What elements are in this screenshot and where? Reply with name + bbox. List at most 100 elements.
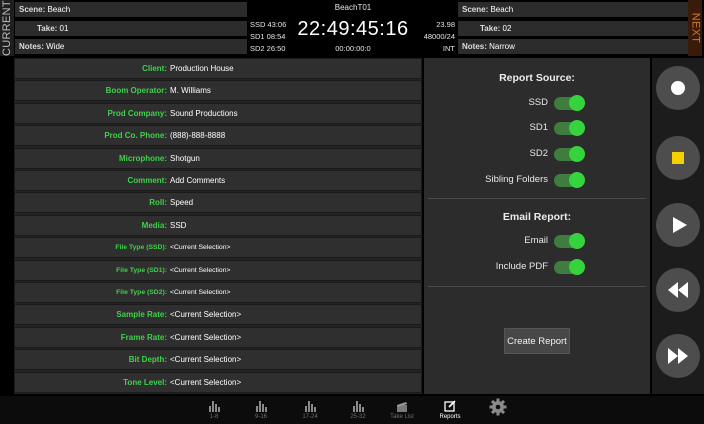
nav-take-list[interactable]: Take List xyxy=(384,396,420,424)
form-row-roll[interactable]: Roll: Speed xyxy=(14,192,422,214)
file-type-sd1-label: File Type (SD1): xyxy=(116,266,167,274)
comment-label: Comment: xyxy=(127,176,167,185)
current-scene-value: Beach xyxy=(47,5,71,14)
nav-meters-25-32[interactable]: 25-32 xyxy=(340,396,376,424)
current-take-row[interactable]: Take: 01 xyxy=(15,21,247,36)
create-report-button[interactable]: Create Report xyxy=(504,328,570,354)
meters-icon xyxy=(352,396,364,412)
metadata-form: Client: Production House Boom Operator: M.… xyxy=(14,58,422,394)
frame-rate: 23.98 xyxy=(436,20,455,29)
comment-value: Add Comments xyxy=(170,176,226,185)
current-scene-row[interactable]: Scene: Beach xyxy=(15,2,247,17)
form-row-tone-level[interactable]: Tone Level: <Current Selection> xyxy=(14,371,422,393)
form-row-bit-depth[interactable]: Bit Depth: <Current Selection> xyxy=(14,349,422,371)
top-status-bar: CURRENT Scene: Beach Take: 01 Notes: Wid… xyxy=(0,0,704,56)
file-type-ssd-value: <Current Selection> xyxy=(170,244,231,252)
stop-button[interactable] xyxy=(656,136,700,180)
file-type-sd2-value: <Current Selection> xyxy=(170,289,231,296)
ssd-source-toggle[interactable] xyxy=(554,95,585,111)
next-label: NEXT xyxy=(688,0,702,56)
media-label: Media: xyxy=(141,220,167,230)
next-label-text: NEXT xyxy=(689,12,702,44)
form-row-sample-rate[interactable]: Sample Rate: <Current Selection> xyxy=(14,304,422,326)
next-slate[interactable]: Scene: Beach Take: 02 Notes: Narrow xyxy=(458,0,690,56)
tone-level-value: <Current Selection> xyxy=(170,377,242,387)
current-take-value: 01 xyxy=(59,24,69,33)
form-row-microphone[interactable]: Microphone: Shotgun xyxy=(14,147,422,169)
current-label: CURRENT xyxy=(0,0,14,56)
bit-depth-label: Bit Depth: xyxy=(128,355,167,365)
sd1-source-toggle[interactable] xyxy=(554,120,585,136)
form-row-file-type-sd1[interactable]: File Type (SD1): <Current Selection> xyxy=(14,259,422,281)
fast-forward-button[interactable] xyxy=(656,334,700,378)
record-icon xyxy=(671,81,685,95)
form-row-frame-rate[interactable]: Frame Rate: <Current Selection> xyxy=(14,326,422,348)
form-row-prod-phone[interactable]: Prod Co. Phone: (888)-888-8888 xyxy=(14,125,422,147)
nav-meters-17-24[interactable]: 17-24 xyxy=(292,396,328,424)
media-value: SSD xyxy=(170,220,187,230)
next-notes-label: Notes: xyxy=(462,42,487,51)
form-row-prod-company[interactable]: Prod Company: Sound Productions xyxy=(14,102,422,124)
next-scene-row[interactable]: Scene: Beach xyxy=(458,2,690,17)
frame-rate-label: Frame Rate: xyxy=(120,332,167,342)
current-notes-label: Notes: xyxy=(19,42,44,51)
section-divider xyxy=(428,198,646,199)
email-label: Email xyxy=(524,235,548,246)
report-source-heading: Report Source: xyxy=(499,72,575,84)
take-list-icon xyxy=(396,396,408,412)
form-row-file-type-sd2[interactable]: File Type (SD2): <Current Selection> xyxy=(14,282,422,303)
fast-forward-icon xyxy=(668,348,688,364)
toggle-knob xyxy=(569,120,585,136)
gear-icon xyxy=(489,396,507,418)
boom-operator-label: Boom Operator: xyxy=(105,86,167,96)
file-name: BeachT01 xyxy=(334,3,372,12)
next-notes-row[interactable]: Notes: Narrow xyxy=(458,39,690,54)
bit-depth-value: <Current Selection> xyxy=(170,355,242,365)
rewind-button[interactable] xyxy=(656,268,700,312)
edit-icon xyxy=(444,396,456,412)
sd2-source-toggle[interactable] xyxy=(554,146,585,162)
nav-reports[interactable]: Reports xyxy=(432,396,468,424)
section-divider xyxy=(428,286,646,287)
sd1-source-label: SD1 xyxy=(529,122,548,133)
next-scene-label: Scene: xyxy=(462,5,489,14)
nav-label: 17-24 xyxy=(302,414,318,420)
record-button[interactable] xyxy=(656,66,700,110)
file-type-ssd-label: File Type (SSD): xyxy=(115,244,167,252)
play-icon xyxy=(673,217,687,233)
nav-meters-1-8[interactable]: 1-8 xyxy=(196,396,232,424)
meters-icon xyxy=(304,396,316,412)
nav-label: 9-16 xyxy=(254,414,267,420)
email-toggle[interactable] xyxy=(554,233,585,249)
roll-label: Roll: xyxy=(149,198,167,208)
app-window: CURRENT Scene: Beach Take: 01 Notes: Wid… xyxy=(0,0,704,424)
bottom-nav: 1-8 9-16 17-24 25-32 Take List Reports xyxy=(0,396,704,424)
nav-label: 1-8 xyxy=(209,414,219,420)
client-label: Client: xyxy=(142,64,167,73)
ssd-source-label: SSD xyxy=(528,97,548,108)
next-take-row[interactable]: Take: 02 xyxy=(458,21,690,36)
play-button[interactable] xyxy=(656,203,700,247)
meters-icon xyxy=(255,396,267,412)
prod-company-value: Sound Productions xyxy=(170,108,238,118)
sd2-source-label: SD2 xyxy=(529,148,548,159)
toggle-knob xyxy=(569,172,585,188)
nav-settings[interactable] xyxy=(480,396,516,424)
form-row-client[interactable]: Client: Production House xyxy=(14,58,422,79)
nav-label: 25-32 xyxy=(350,414,366,420)
roll-value: Speed xyxy=(170,198,194,208)
form-row-media[interactable]: Media: SSD xyxy=(14,214,422,236)
sibling-folders-toggle[interactable] xyxy=(554,172,585,188)
sample-rate: 48000/24 xyxy=(423,32,455,41)
nav-meters-9-16[interactable]: 9-16 xyxy=(243,396,279,424)
include-pdf-toggle[interactable] xyxy=(554,259,585,275)
prod-company-label: Prod Company: xyxy=(107,108,167,118)
current-slate[interactable]: Scene: Beach Take: 01 Notes: Wide xyxy=(15,0,247,56)
next-take-value: 02 xyxy=(502,24,512,33)
form-row-file-type-ssd[interactable]: File Type (SSD): <Current Selection> xyxy=(14,237,422,259)
sample-rate-value: <Current Selection> xyxy=(170,310,242,320)
form-row-boom-operator[interactable]: Boom Operator: M. Williams xyxy=(14,80,422,102)
current-notes-row[interactable]: Notes: Wide xyxy=(15,39,247,54)
form-row-comment[interactable]: Comment: Add Comments xyxy=(14,170,422,191)
prod-phone-label: Prod Co. Phone: xyxy=(104,131,167,141)
